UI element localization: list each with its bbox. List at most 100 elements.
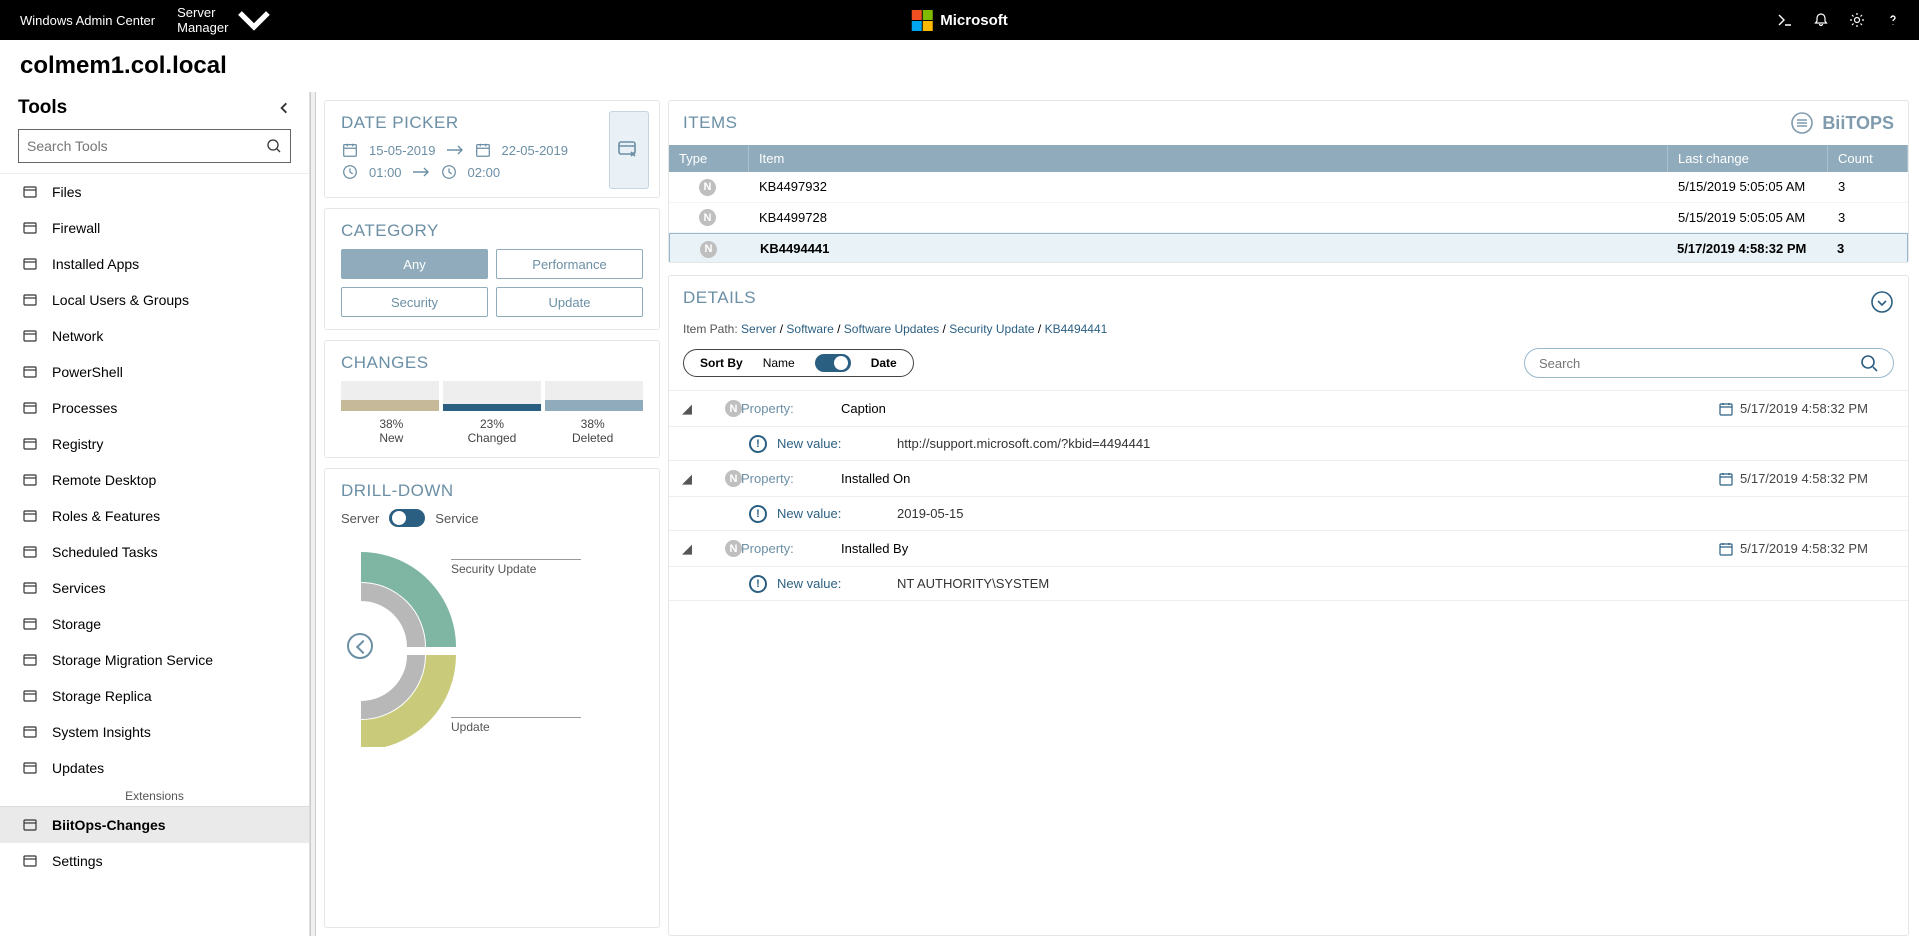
col-lastchange[interactable]: Last change [1668, 145, 1828, 172]
info-icon: ! [749, 575, 767, 593]
bell-icon[interactable] [1813, 12, 1829, 28]
search-icon [1859, 353, 1879, 373]
drilldown-donut: Security Update Update [341, 527, 643, 757]
col-item[interactable]: Item [749, 145, 1668, 172]
n-badge-icon: N [725, 400, 742, 417]
ms-brand-text: Microsoft [940, 12, 1008, 29]
help-icon[interactable] [1885, 12, 1901, 28]
sidebar-item-label: Installed Apps [52, 256, 139, 272]
calendar-icon [1718, 541, 1734, 557]
wac-link[interactable]: Windows Admin Center [20, 13, 155, 28]
sidebar-item[interactable]: Scheduled Tasks [0, 534, 309, 570]
sidebar-item[interactable]: Services [0, 570, 309, 606]
category-security[interactable]: Security [341, 287, 488, 317]
sidebar-item[interactable]: Storage Replica [0, 678, 309, 714]
details-card: DETAILS Item Path: Server / Software / S… [668, 275, 1909, 936]
details-title: DETAILS [683, 288, 756, 308]
sidebar-item[interactable]: Storage [0, 606, 309, 642]
del-pct: 38% [542, 417, 643, 431]
breadcrumb-link[interactable]: Software Updates [844, 322, 939, 336]
table-row[interactable]: NKB44979325/15/2019 5:05:05 AM3 [669, 172, 1908, 203]
sidebar-title: Tools [18, 97, 67, 119]
sidebar-item[interactable]: Firewall [0, 210, 309, 246]
breadcrumb-link[interactable]: Server [741, 322, 776, 336]
detail-property-row[interactable]: ◢NProperty:Installed By5/17/2019 4:58:32… [669, 531, 1908, 567]
category-update[interactable]: Update [496, 287, 643, 317]
sidebar-item[interactable]: Network [0, 318, 309, 354]
apply-dates-button[interactable] [609, 111, 649, 189]
sidebar-item-label: Registry [52, 436, 103, 452]
category-card: CATEGORY Any Performance Security Update [324, 208, 660, 330]
col-count[interactable]: Count [1828, 145, 1908, 172]
from-date[interactable]: 15-05-2019 [369, 143, 436, 158]
sidebar-item[interactable]: Registry [0, 426, 309, 462]
to-time[interactable]: 02:00 [468, 165, 501, 180]
sidebar-item[interactable]: Roles & Features [0, 498, 309, 534]
sidebar-item[interactable]: Remote Desktop [0, 462, 309, 498]
menu-icon[interactable] [1790, 111, 1814, 135]
detail-value-row: !New value:NT AUTHORITY\SYSTEM [669, 567, 1908, 601]
breadcrumb-link[interactable]: Security Update [949, 322, 1034, 336]
new-label: New [341, 431, 442, 445]
sidebar-item[interactable]: Settings [0, 843, 309, 879]
sidebar-item-label: Settings [52, 853, 103, 869]
biitops-text: BiiTOPS [1822, 113, 1894, 134]
date-picker-card: DATE PICKER 15-05-2019 22-05-2019 01:00 … [324, 100, 660, 198]
detail-value-row: !New value:2019-05-15 [669, 497, 1908, 531]
clock-icon [440, 163, 458, 181]
sidebar-item-label: Scheduled Tasks [52, 544, 158, 560]
from-time[interactable]: 01:00 [369, 165, 402, 180]
details-search[interactable] [1524, 348, 1894, 378]
sidebar: Tools Files Firewall Installed Apps Local U… [0, 92, 310, 936]
n-badge-icon: N [700, 241, 717, 258]
items-table-body[interactable]: NKB44979325/15/2019 5:05:05 AM3NKB449972… [669, 172, 1908, 262]
sidebar-item-label: Remote Desktop [52, 472, 156, 488]
sidebar-item-label: Files [52, 184, 82, 200]
sidebar-item[interactable]: BiitOps-Changes [0, 807, 309, 843]
dd-server-label: Server [341, 511, 379, 526]
table-row[interactable]: NKB44997285/15/2019 5:05:05 AM3 [669, 203, 1908, 234]
category-performance[interactable]: Performance [496, 249, 643, 279]
table-row[interactable]: NKB44944415/17/2019 4:58:32 PM3 [669, 233, 1908, 262]
sort-by-label: Sort By [700, 356, 743, 370]
category-any[interactable]: Any [341, 249, 488, 279]
to-date[interactable]: 22-05-2019 [502, 143, 569, 158]
sidebar-item-label: Network [52, 328, 103, 344]
biitops-logo: BiiTOPS [1790, 111, 1894, 135]
console-icon[interactable] [1777, 12, 1793, 28]
sidebar-item[interactable]: Updates [0, 750, 309, 786]
search-tools-input[interactable] [27, 138, 266, 154]
date-picker-title: DATE PICKER [341, 113, 643, 133]
detail-property-row[interactable]: ◢NProperty:Caption5/17/2019 4:58:32 PM [669, 391, 1908, 427]
drilldown-toggle[interactable] [389, 509, 425, 527]
page-title: colmem1.col.local [0, 40, 1919, 92]
donut-label-update: Update [451, 717, 581, 734]
breadcrumb-link[interactable]: Software [786, 322, 833, 336]
sidebar-item[interactable]: Files [0, 174, 309, 210]
extensions-separator: Extensions [0, 786, 309, 807]
sidebar-item[interactable]: System Insights [0, 714, 309, 750]
sort-control[interactable]: Sort By Name Date [683, 349, 914, 377]
sidebar-item[interactable]: Storage Migration Service [0, 642, 309, 678]
col-type[interactable]: Type [669, 145, 749, 172]
collapse-icon[interactable] [277, 101, 291, 115]
search-icon [266, 138, 282, 154]
sidebar-item[interactable]: PowerShell [0, 354, 309, 390]
details-search-input[interactable] [1539, 356, 1859, 371]
sidebar-item[interactable]: Installed Apps [0, 246, 309, 282]
server-manager-menu[interactable]: Server Manager [177, 0, 275, 41]
sidebar-item-label: Storage [52, 616, 101, 632]
detail-property-row[interactable]: ◢NProperty:Installed On5/17/2019 4:58:32… [669, 461, 1908, 497]
breadcrumb-link[interactable]: KB4494441 [1045, 322, 1108, 336]
apply-icon [617, 138, 641, 162]
tools-list[interactable]: Files Firewall Installed Apps Local Users &… [0, 173, 309, 936]
collapse-details-icon[interactable] [1870, 290, 1894, 314]
drilldown-back-button[interactable] [347, 633, 373, 659]
items-table-header: Type Item Last change Count [669, 145, 1908, 172]
changes-deleted-bar [545, 381, 643, 411]
sort-toggle[interactable] [815, 354, 851, 372]
gear-icon[interactable] [1849, 12, 1865, 28]
search-tools-box[interactable] [18, 129, 291, 163]
sidebar-item[interactable]: Local Users & Groups [0, 282, 309, 318]
sidebar-item[interactable]: Processes [0, 390, 309, 426]
